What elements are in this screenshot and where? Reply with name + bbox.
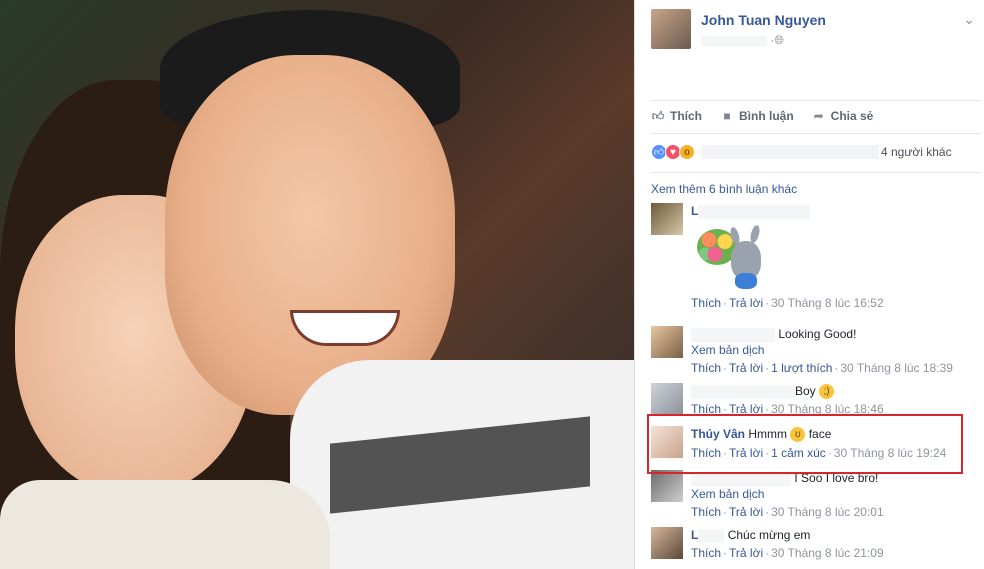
reaction-names-redacted — [701, 145, 879, 159]
divider — [651, 133, 980, 134]
commenter-avatar[interactable] — [651, 203, 683, 235]
post-sidebar: John Tuan Nguyen ·🌐︎ ⌄ 👍︎ Thích ■ Bình l… — [634, 0, 984, 569]
like-label: Thích — [670, 109, 702, 123]
comment-time[interactable]: 30 Tháng 8 lúc 21:09 — [771, 546, 884, 560]
wow-reaction-icon: o — [679, 144, 695, 160]
commenter-name[interactable]: L — [691, 528, 698, 542]
comment-label: Bình luận — [739, 109, 794, 123]
winking-face-icon: ;) — [819, 384, 835, 400]
comment-icon: ■ — [723, 109, 731, 123]
commenter-avatar[interactable] — [651, 326, 683, 358]
globe-icon: ·🌐︎ — [770, 33, 784, 47]
comment-meta: Thích · Trả lời · 1 lượt thích · 30 Tháng 8 lú… — [691, 361, 953, 375]
comment-time[interactable]: 30 Tháng 8 lúc 18:39 — [840, 361, 953, 375]
thumbs-up-icon: 👍︎ — [651, 109, 665, 123]
comment-reply-link[interactable]: Trả lời — [729, 361, 763, 375]
reaction-others[interactable]: 4 người khác — [881, 145, 952, 159]
post-photo[interactable] — [0, 0, 634, 569]
commenter-avatar[interactable] — [651, 470, 683, 502]
post-header: John Tuan Nguyen ·🌐︎ ⌄ — [651, 9, 981, 53]
commenter-avatar[interactable] — [651, 527, 683, 559]
comment-like-link[interactable]: Thích — [691, 296, 721, 310]
comment-reply-link[interactable]: Trả lời — [729, 546, 763, 560]
commenter-name[interactable]: L — [691, 204, 698, 218]
divider — [651, 172, 980, 173]
comment-time[interactable]: 30 Tháng 8 lúc 16:52 — [771, 296, 884, 310]
bunny-body-icon — [735, 273, 757, 289]
comment-text: Chúc mừng em — [727, 528, 811, 542]
see-translation-link[interactable]: Xem bản dịch — [691, 342, 979, 358]
like-button[interactable]: 👍︎ Thích — [651, 109, 702, 123]
flowers-bunny-sticker — [691, 223, 771, 291]
comment-likes-count[interactable]: 1 lượt thích — [771, 361, 832, 375]
comment-like-link[interactable]: Thích — [691, 505, 721, 519]
comment-like-link[interactable]: Thích — [691, 361, 721, 375]
share-label: Chia sẻ — [830, 109, 874, 123]
comment-reply-link[interactable]: Trả lời — [729, 505, 763, 519]
commenter-avatar[interactable] — [651, 383, 683, 415]
comment-meta: Thích · Trả lời · 30 Tháng 8 lúc 16:52 — [691, 296, 884, 310]
post-actions: 👍︎ Thích ■ Bình luận ➦ Chia sẻ — [651, 104, 981, 128]
name-redacted — [691, 327, 775, 342]
name-redacted — [698, 528, 725, 543]
share-icon: ➦ — [813, 109, 824, 123]
comment-text: Boy — [795, 384, 816, 398]
see-translation-link[interactable]: Xem bản dịch — [691, 486, 979, 502]
post-time-redacted — [701, 35, 767, 46]
view-more-comments-link[interactable]: Xem thêm 6 bình luận khác — [651, 182, 797, 196]
divider — [651, 100, 980, 101]
comment-meta: Thích · Trả lời · 30 Tháng 8 lúc 20:01 — [691, 505, 884, 519]
author-name[interactable]: John Tuan Nguyen — [701, 12, 826, 28]
chevron-down-icon[interactable]: ⌄ — [963, 11, 975, 28]
comment-button[interactable]: ■ Bình luận — [720, 109, 794, 123]
name-redacted — [691, 384, 795, 399]
highlight-box — [647, 414, 963, 474]
photo-sweater — [0, 480, 330, 569]
name-redacted — [698, 204, 811, 219]
share-button[interactable]: ➦ Chia sẻ — [812, 109, 874, 123]
comment-like-link[interactable]: Thích — [691, 546, 721, 560]
comment-meta: Thích · Trả lời · 30 Tháng 8 lúc 21:09 — [691, 546, 884, 560]
reactions-summary[interactable]: 👍︎ ♥ o 4 người khác — [651, 142, 981, 162]
post-meta: ·🌐︎ — [701, 33, 784, 48]
author-avatar[interactable] — [651, 9, 691, 49]
comment-reply-link[interactable]: Trả lời — [729, 296, 763, 310]
comment-text: Looking Good! — [778, 327, 857, 341]
comment-time[interactable]: 30 Tháng 8 lúc 20:01 — [771, 505, 884, 519]
